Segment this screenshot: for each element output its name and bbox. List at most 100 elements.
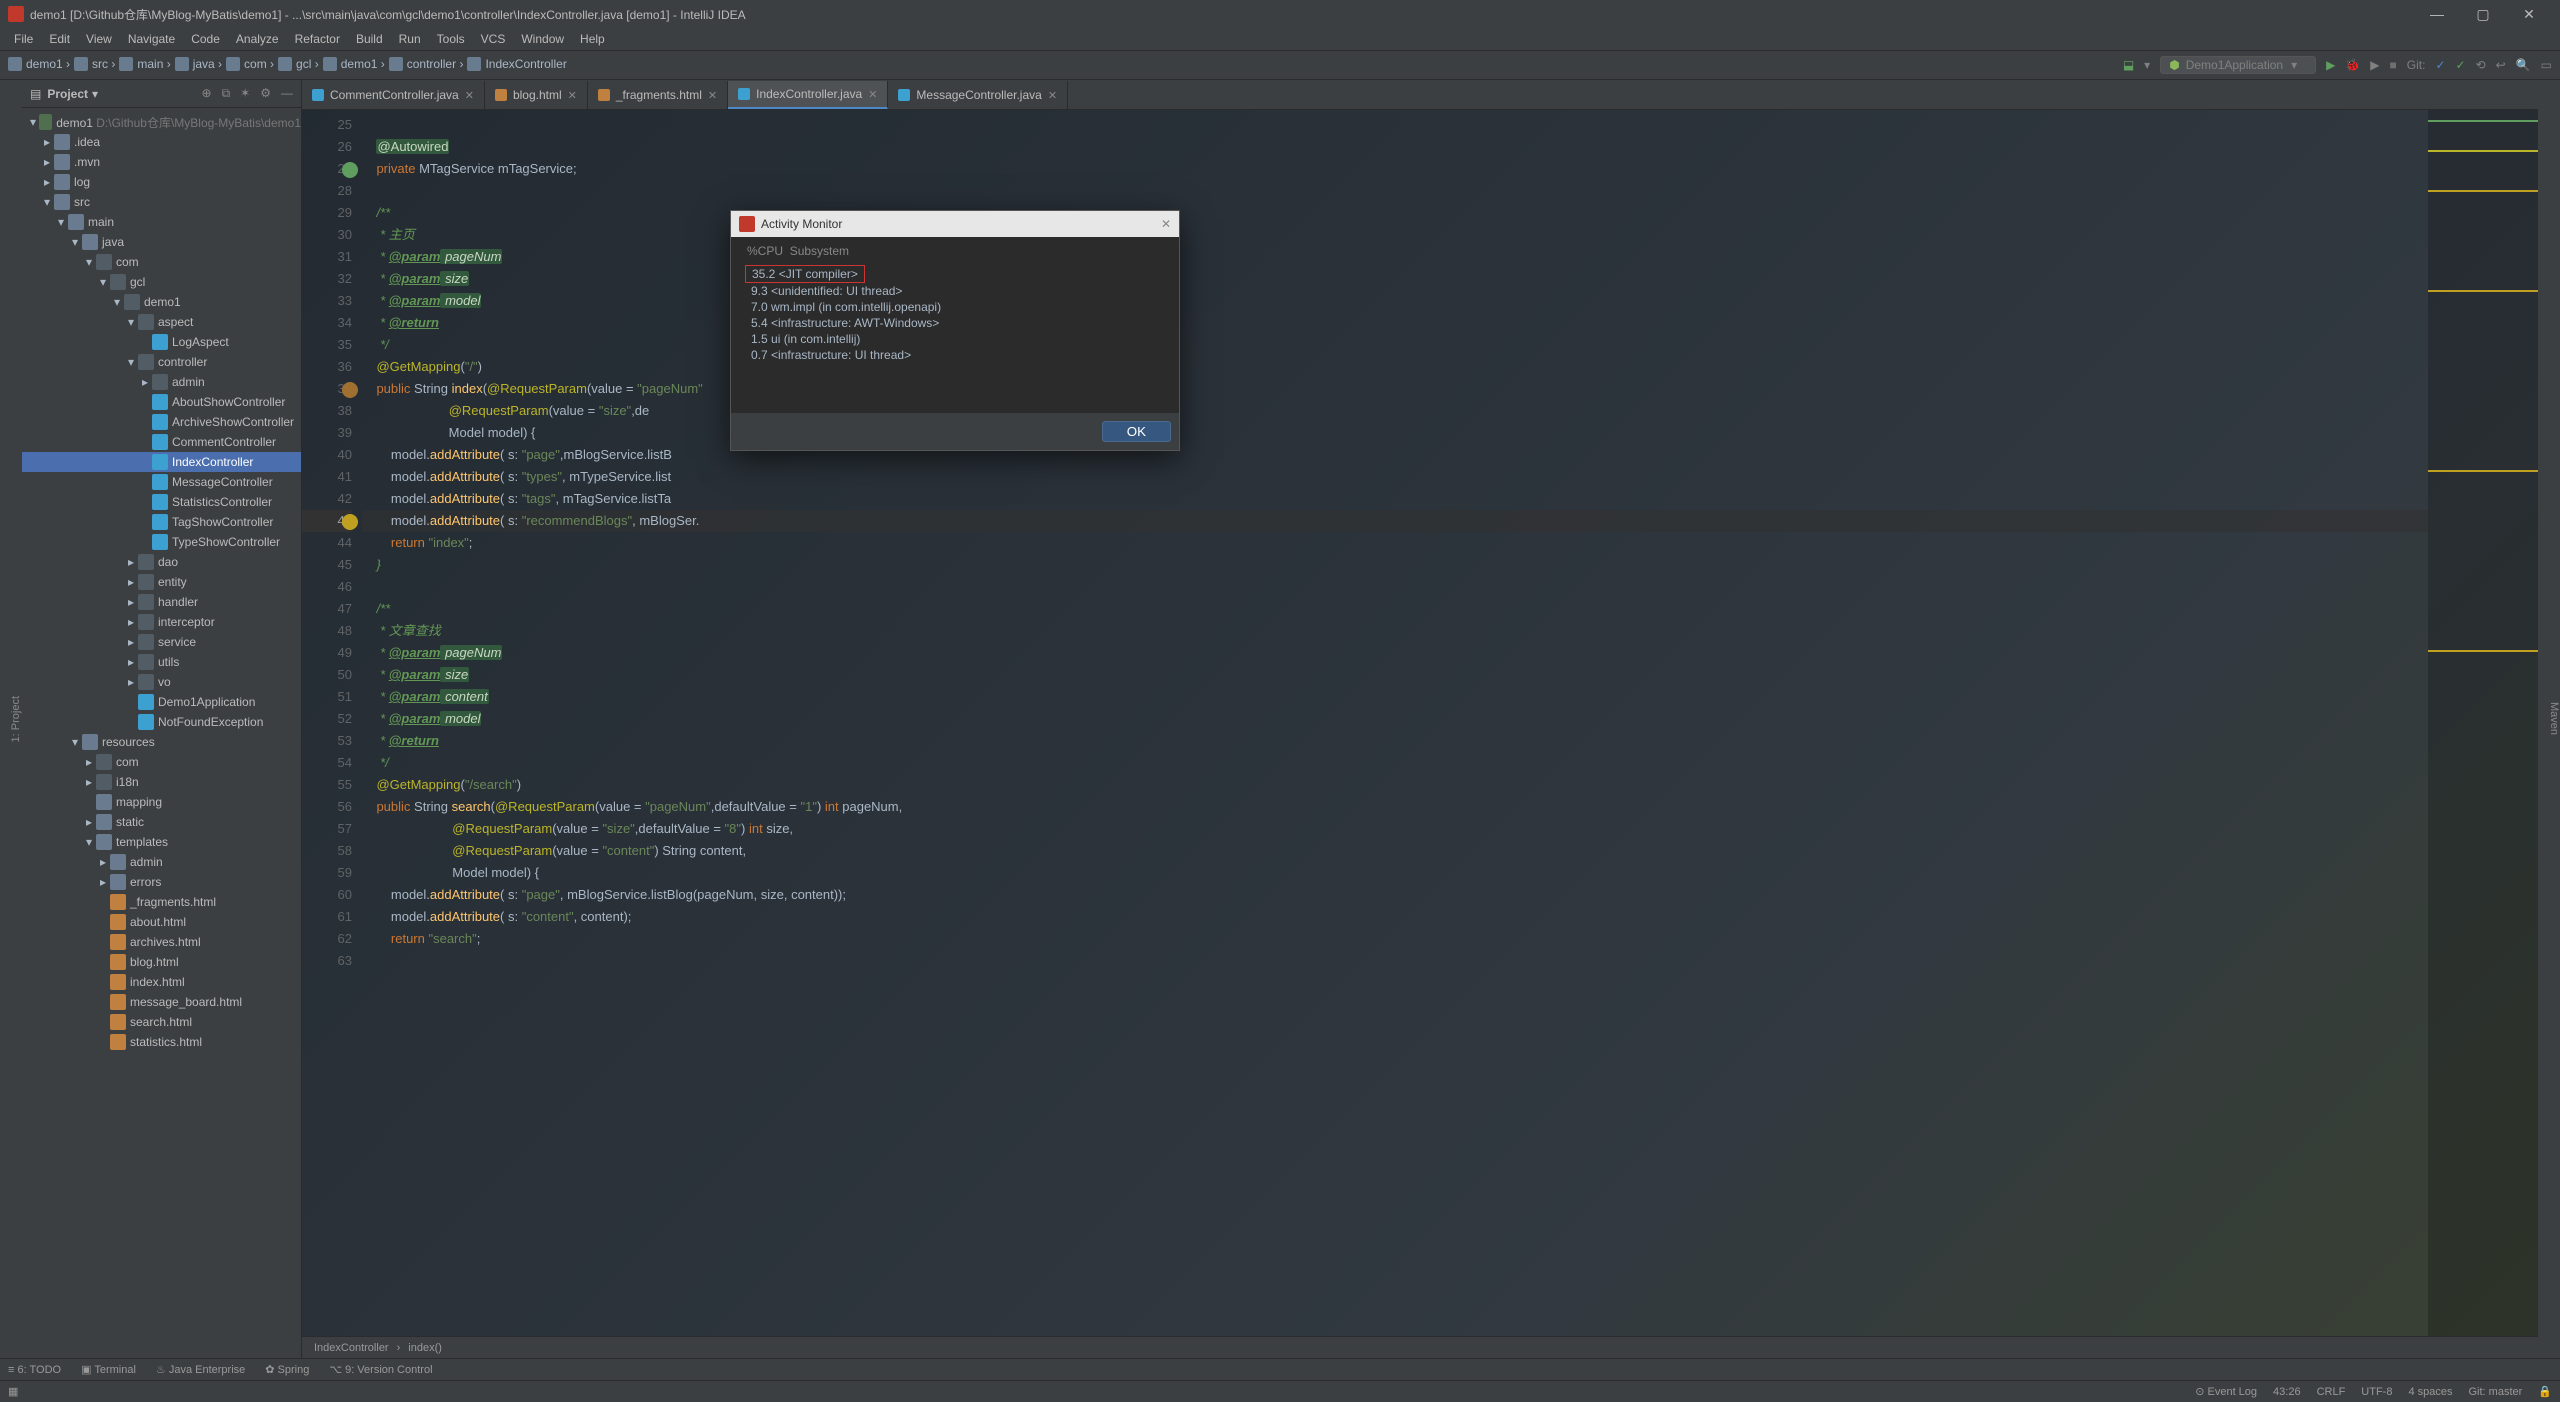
menu-navigate[interactable]: Navigate <box>122 30 181 48</box>
menu-analyze[interactable]: Analyze <box>230 30 285 48</box>
collapse-all-icon[interactable]: ✶ <box>240 86 250 101</box>
tree-item[interactable]: ▾demo1 D:\Github仓库\MyBlog-MyBatis\demo1 <box>22 112 301 132</box>
tree-item[interactable]: ▸errors <box>22 872 301 892</box>
search-everywhere-icon[interactable]: 🔍 <box>2516 58 2531 72</box>
settings-icon[interactable]: ⚙ <box>260 86 271 101</box>
tree-item[interactable]: ▾src <box>22 192 301 212</box>
tab-close-icon[interactable]: ✕ <box>1048 89 1057 102</box>
tree-item[interactable]: ▸admin <box>22 372 301 392</box>
stop-icon[interactable]: ■ <box>2390 58 2397 72</box>
tree-item[interactable]: ▸i18n <box>22 772 301 792</box>
bottom-tool[interactable]: ♨ Java Enterprise <box>156 1363 245 1376</box>
bottom-tool[interactable]: ✿ Spring <box>265 1363 309 1376</box>
gutter-bulb-icon[interactable] <box>342 382 358 398</box>
tree-item[interactable]: ▾gcl <box>22 272 301 292</box>
tree-item[interactable]: ▸admin <box>22 852 301 872</box>
bottom-tool[interactable]: ≡ 6: TODO <box>8 1364 61 1376</box>
run-config-combo[interactable]: ⬢ Demo1Application ▾ <box>2160 56 2316 74</box>
editor-tab[interactable]: IndexController.java✕ <box>728 81 888 109</box>
tab-close-icon[interactable]: ✕ <box>708 89 717 102</box>
menu-window[interactable]: Window <box>515 30 570 48</box>
crumb-class[interactable]: IndexController <box>314 1342 389 1354</box>
tree-item[interactable]: ▸utils <box>22 652 301 672</box>
run-dropdown-arrow-left[interactable]: ▾ <box>2144 58 2150 72</box>
window-maximize[interactable]: ▢ <box>2460 0 2506 28</box>
event-log[interactable]: ⊙ Event Log <box>2195 1385 2257 1398</box>
tab-close-icon[interactable]: ✕ <box>465 89 474 102</box>
editor-minimap[interactable] <box>2428 110 2538 1336</box>
tree-item[interactable]: AboutShowController <box>22 392 301 412</box>
lock-icon[interactable]: 🔒 <box>2538 1385 2552 1398</box>
menu-tools[interactable]: Tools <box>431 30 471 48</box>
tree-item[interactable]: ▸.mvn <box>22 152 301 172</box>
tree-item[interactable]: archives.html <box>22 932 301 952</box>
tree-item[interactable]: ▾resources <box>22 732 301 752</box>
editor-tab[interactable]: MessageController.java✕ <box>888 81 1068 109</box>
hide-icon[interactable]: — <box>281 86 293 101</box>
tree-item[interactable]: statistics.html <box>22 1032 301 1052</box>
gutter-run-icon[interactable] <box>342 162 358 178</box>
breadcrumb-item[interactable]: gcl › <box>278 57 319 71</box>
tree-item[interactable]: mapping <box>22 792 301 812</box>
tree-item[interactable]: Demo1Application <box>22 692 301 712</box>
tree-item[interactable]: ▸handler <box>22 592 301 612</box>
build-icon[interactable]: ⬓ <box>2123 58 2134 72</box>
project-tree[interactable]: ▾demo1 D:\Github仓库\MyBlog-MyBatis\demo1▸… <box>22 108 301 1358</box>
menu-build[interactable]: Build <box>350 30 389 48</box>
tree-item[interactable]: ▸log <box>22 172 301 192</box>
menu-refactor[interactable]: Refactor <box>289 30 346 48</box>
bottom-tool[interactable]: ⌥ 9: Version Control <box>329 1363 432 1376</box>
menu-vcs[interactable]: VCS <box>475 30 512 48</box>
tree-item[interactable]: ▸vo <box>22 672 301 692</box>
tree-item[interactable]: ▸com <box>22 752 301 772</box>
git-revert-icon[interactable]: ↩ <box>2496 58 2506 72</box>
dialog-close-icon[interactable]: ✕ <box>1161 217 1171 231</box>
breadcrumb-item[interactable]: java › <box>175 57 222 71</box>
editor-tab[interactable]: CommentController.java✕ <box>302 81 485 109</box>
code-editor[interactable]: 2526272829303132333435363738394041424344… <box>302 110 2538 1336</box>
tree-item[interactable]: NotFoundException <box>22 712 301 732</box>
tool-windows-icon[interactable]: ▦ <box>8 1385 18 1398</box>
window-close[interactable]: ✕ <box>2506 0 2552 28</box>
crumb-method[interactable]: index() <box>408 1342 442 1354</box>
breadcrumb-item[interactable]: controller › <box>389 57 464 71</box>
menu-run[interactable]: Run <box>393 30 427 48</box>
tool-stripe[interactable]: Maven <box>2548 702 2560 735</box>
tree-item[interactable]: TagShowController <box>22 512 301 532</box>
tree-item[interactable]: message_board.html <box>22 992 301 1012</box>
breadcrumb-item[interactable]: IndexController <box>467 57 566 71</box>
tree-item[interactable]: ▾templates <box>22 832 301 852</box>
tree-item[interactable]: MessageController <box>22 472 301 492</box>
git-update-icon[interactable]: ✓ <box>2435 58 2445 72</box>
tree-item[interactable]: search.html <box>22 1012 301 1032</box>
editor-tab[interactable]: blog.html✕ <box>485 81 588 109</box>
tree-item[interactable]: ▾java <box>22 232 301 252</box>
debug-icon[interactable]: 🐞 <box>2345 58 2360 72</box>
menu-code[interactable]: Code <box>185 30 226 48</box>
tree-item[interactable]: ▾main <box>22 212 301 232</box>
tree-item[interactable]: ▸interceptor <box>22 612 301 632</box>
ok-button[interactable]: OK <box>1102 421 1171 442</box>
ide-settings-icon[interactable]: ▭ <box>2541 58 2552 72</box>
tool-stripe[interactable]: 1: Project <box>10 696 22 742</box>
tree-item[interactable]: blog.html <box>22 952 301 972</box>
tab-close-icon[interactable]: ✕ <box>868 88 877 101</box>
coverage-icon[interactable]: ▶ <box>2370 58 2379 72</box>
tree-item[interactable]: IndexController <box>22 452 301 472</box>
tab-close-icon[interactable]: ✕ <box>568 89 577 102</box>
tree-item[interactable]: index.html <box>22 972 301 992</box>
tree-item[interactable]: ▸dao <box>22 552 301 572</box>
tree-item[interactable]: ▸static <box>22 812 301 832</box>
run-icon[interactable]: ▶ <box>2326 58 2335 72</box>
tree-item[interactable]: ▸service <box>22 632 301 652</box>
menu-view[interactable]: View <box>80 30 118 48</box>
tree-item[interactable]: ▸entity <box>22 572 301 592</box>
editor-tab[interactable]: _fragments.html✕ <box>588 81 728 109</box>
tree-item[interactable]: TypeShowController <box>22 532 301 552</box>
dialog-title-bar[interactable]: Activity Monitor ✕ <box>731 211 1179 237</box>
window-minimize[interactable]: — <box>2414 0 2460 28</box>
tree-item[interactable]: ▾aspect <box>22 312 301 332</box>
locate-icon[interactable]: ⊕ <box>202 86 212 101</box>
tree-item[interactable]: ▸.idea <box>22 132 301 152</box>
tree-item[interactable]: _fragments.html <box>22 892 301 912</box>
